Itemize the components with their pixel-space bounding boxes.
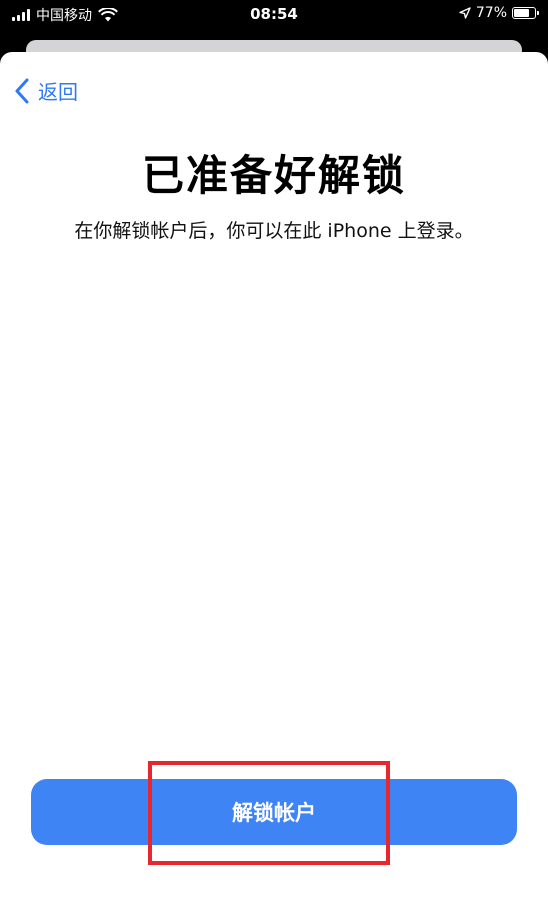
- battery-icon: [512, 7, 539, 19]
- back-label: 返回: [38, 80, 78, 104]
- unlock-sheet: 返回 已准备好解锁 在你解锁帐户后，你可以在此 iPhone 上登录。: [0, 52, 548, 901]
- phone-screen: 中国移动 08:54 77% 返回 已准备好解锁 在你解锁帐户后，你可以在此 i…: [0, 0, 548, 901]
- battery-fill: [514, 9, 529, 17]
- page-title: 已准备好解锁: [141, 151, 406, 200]
- battery-nub: [537, 11, 539, 15]
- status-bar: 中国移动 08:54 77%: [0, 0, 548, 30]
- chevron-left-icon: [15, 78, 29, 103]
- back-button[interactable]: 返回: [14, 76, 78, 105]
- page-subtitle: 在你解锁帐户后，你可以在此 iPhone 上登录。: [74, 220, 474, 242]
- status-right: 77%: [459, 5, 539, 21]
- unlock-account-button[interactable]: 解锁帐户: [31, 779, 517, 845]
- location-arrow-icon: [459, 7, 471, 19]
- unlock-account-label: 解锁帐户: [232, 801, 316, 825]
- battery-percent: 77%: [475, 5, 507, 21]
